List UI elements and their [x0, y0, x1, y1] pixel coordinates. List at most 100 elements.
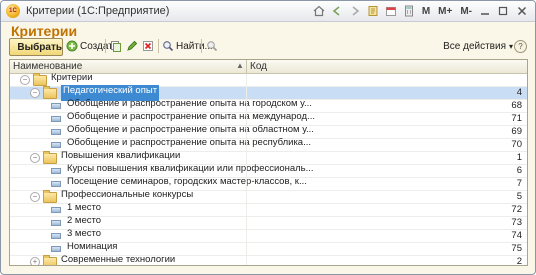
memory-m-button[interactable]: M: [419, 3, 433, 19]
cancel-search-icon: [206, 40, 218, 52]
folder-icon: [43, 254, 57, 265]
title-bar-tools: M M+ M-: [311, 3, 531, 19]
delete-icon: [142, 40, 154, 52]
sort-ascending-icon: ▲: [236, 61, 244, 70]
maximize-icon[interactable]: [495, 3, 511, 19]
window-title: Критерии (1С:Предприятие): [26, 5, 170, 17]
item-icon: [51, 129, 61, 135]
calendar-icon[interactable]: [383, 3, 399, 19]
column-header-code[interactable]: Код: [250, 61, 267, 72]
column-divider: [246, 74, 247, 86]
row-code: 5: [516, 191, 522, 202]
column-divider: [246, 139, 247, 151]
calculator-icon[interactable]: [401, 3, 417, 19]
minimize-icon[interactable]: [477, 3, 493, 19]
back-arrow-icon[interactable]: [329, 3, 345, 19]
memory-m-minus-button[interactable]: M-: [457, 3, 475, 19]
row-code: 7: [516, 178, 522, 189]
row-code: 1: [516, 152, 522, 163]
row-name: Посещение семинаров, городских мастер-кл…: [67, 176, 307, 187]
row-name: 2 место: [67, 215, 102, 226]
app-window: 1С Критерии (1С:Предприятие) M M+ M- Кри…: [0, 0, 536, 275]
row-code: 69: [511, 126, 522, 137]
row-code: 73: [511, 217, 522, 228]
column-divider: [246, 178, 247, 190]
row-name-box: Современные технологии: [61, 254, 176, 265]
item-icon: [51, 207, 61, 213]
search-icon: [162, 40, 174, 52]
help-icon[interactable]: ?: [514, 40, 527, 53]
close-icon[interactable]: [513, 3, 531, 19]
item-icon: [51, 181, 61, 187]
collapse-icon[interactable]: −: [30, 192, 40, 202]
row-code: 6: [516, 165, 522, 176]
row-name: Номинация: [67, 241, 118, 252]
column-divider: [246, 204, 247, 216]
table-row[interactable]: + Современные технологии 2: [10, 254, 527, 266]
row-name: Курсы повышения квалификации или професс…: [67, 163, 314, 174]
item-icon: [51, 246, 61, 252]
row-code: 75: [511, 243, 522, 254]
pencil-icon: [126, 40, 138, 52]
row-code: 74: [511, 230, 522, 241]
collapse-icon[interactable]: −: [30, 88, 40, 98]
criteria-table[interactable]: Наименование ▲ Код − Критерии − Педагогичес…: [9, 59, 528, 266]
row-code: 70: [511, 139, 522, 150]
column-divider: [246, 217, 247, 229]
home-icon[interactable]: [311, 3, 327, 19]
row-name: Обобщение и распространение опыта на обл…: [67, 124, 314, 135]
row-name: Повышения квалификации: [61, 150, 181, 161]
copy-icon: [110, 40, 122, 52]
memory-m-plus-button[interactable]: M+: [435, 3, 455, 19]
title-bar: 1С Критерии (1С:Предприятие) M M+ M-: [1, 1, 535, 22]
row-name: 1 место: [67, 202, 102, 213]
toolbar-separator: [105, 39, 106, 53]
row-name: Профессиональные конкурсы: [61, 189, 194, 200]
select-button[interactable]: Выбрать: [9, 38, 63, 56]
row-name: Современные технологии: [61, 254, 176, 265]
app-logo-icon[interactable]: 1С: [6, 4, 20, 18]
item-icon: [51, 103, 61, 109]
all-actions-menu[interactable]: Все действия ▾: [443, 38, 513, 54]
row-name: Обобщение и распространение опыта на меж…: [67, 111, 315, 122]
row-code: 71: [511, 113, 522, 124]
toolbar: Выбрать Создать Найти... Все действия ▾ …: [9, 38, 527, 56]
copy-button[interactable]: [110, 38, 122, 54]
row-code: 68: [511, 100, 522, 111]
cancel-search-button[interactable]: [206, 38, 218, 54]
folder-icon: [43, 189, 57, 203]
row-name: Критерии: [51, 72, 93, 83]
edit-button[interactable]: [126, 38, 138, 54]
item-icon: [51, 142, 61, 148]
link-icon[interactable]: [365, 3, 381, 19]
item-icon: [51, 220, 61, 226]
add-icon: [66, 40, 78, 52]
folder-icon: [43, 85, 57, 99]
item-icon: [51, 116, 61, 122]
form-title: Критерии: [11, 23, 78, 39]
item-icon: [51, 233, 61, 239]
row-name-cell[interactable]: + Современные технологии: [30, 254, 176, 265]
row-code: 4: [516, 87, 522, 98]
column-divider: [246, 256, 247, 265]
column-divider: [246, 230, 247, 242]
row-code: 2: [516, 256, 522, 266]
all-actions-label: Все действия: [443, 40, 506, 52]
collapse-icon[interactable]: −: [20, 75, 30, 85]
folder-icon: [43, 150, 57, 164]
row-name: Обобщение и распространение опыта на гор…: [67, 98, 312, 109]
folder-icon: [33, 72, 47, 86]
column-divider: [246, 243, 247, 255]
column-divider[interactable]: [246, 60, 247, 73]
toolbar-separator: [201, 39, 202, 53]
table-body: − Критерии − Педагогический опыт 4 Обобщение …: [10, 72, 527, 266]
forward-arrow-icon[interactable]: [347, 3, 363, 19]
row-name-cell[interactable]: − Профессиональные конкурсы: [30, 189, 194, 203]
expand-icon[interactable]: +: [30, 257, 40, 265]
delete-button[interactable]: [142, 38, 154, 54]
select-button-label: Выбрать: [17, 41, 62, 53]
row-name: Обобщение и распространение опыта на рес…: [67, 137, 312, 148]
collapse-icon[interactable]: −: [30, 153, 40, 163]
column-divider: [246, 191, 247, 203]
column-header-name[interactable]: Наименование: [13, 61, 82, 72]
